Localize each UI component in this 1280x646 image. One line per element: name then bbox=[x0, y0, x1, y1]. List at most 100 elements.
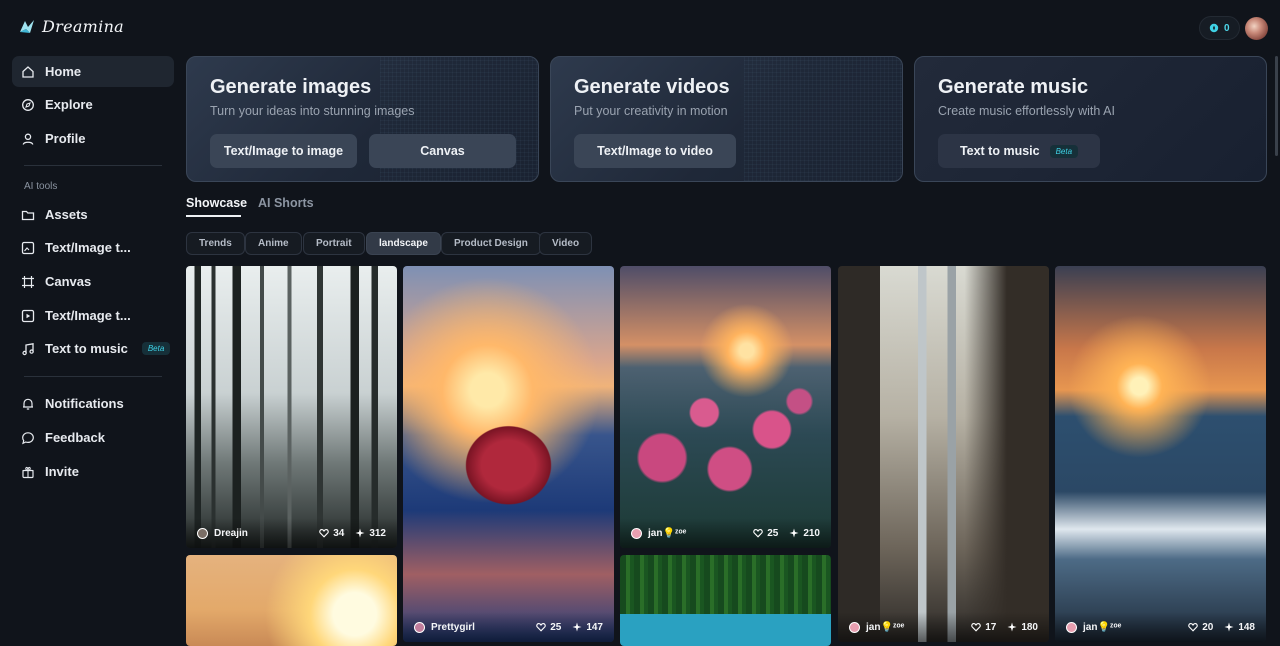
tab-ai-shorts[interactable]: AI Shorts bbox=[258, 196, 314, 210]
sidebar-item-label: Invite bbox=[45, 464, 79, 479]
filter-trends[interactable]: Trends bbox=[186, 232, 245, 255]
card-footer: jan💡ᶻᵒᵉ 20 148 bbox=[1055, 612, 1266, 642]
sidebar-item-label: Canvas bbox=[45, 274, 92, 289]
hero-card-generate-images: Generate images Turn your ideas into stu… bbox=[186, 56, 539, 182]
home-icon bbox=[22, 65, 34, 78]
sidebar-item-label: Home bbox=[45, 64, 82, 79]
music-icon bbox=[22, 342, 34, 355]
video-generate-icon bbox=[21, 309, 35, 322]
like-count: 25 bbox=[550, 621, 562, 633]
boost-count: 148 bbox=[1238, 621, 1255, 633]
hero-title: Generate music bbox=[938, 76, 1089, 98]
scrollbar-thumb[interactable] bbox=[1275, 56, 1278, 156]
hero-subtitle: Turn your ideas into stunning images bbox=[210, 104, 415, 118]
sidebar-item-canvas[interactable]: Canvas bbox=[12, 266, 174, 297]
compass-icon bbox=[22, 98, 34, 111]
sparkle-icon[interactable] bbox=[355, 528, 365, 538]
sidebar-item-label: Assets bbox=[45, 207, 88, 222]
chat-icon bbox=[22, 431, 34, 444]
boost-count: 210 bbox=[803, 527, 820, 539]
sparkle-icon[interactable] bbox=[572, 622, 582, 632]
user-avatar bbox=[849, 621, 860, 633]
bell-icon bbox=[23, 398, 33, 410]
text-to-music-button[interactable]: Text to music Beta bbox=[938, 134, 1100, 168]
boost-count: 180 bbox=[1021, 621, 1038, 633]
filter-video[interactable]: Video bbox=[539, 232, 593, 255]
hero-title: Generate images bbox=[210, 76, 372, 98]
sidebar-item-text-to-music[interactable]: Text to music Beta bbox=[12, 333, 174, 364]
hero-texture bbox=[744, 57, 902, 181]
sidebar-item-label: Profile bbox=[45, 131, 86, 146]
card-footer: Dreajin 34 312 bbox=[186, 518, 397, 548]
gallery-card[interactable]: jan💡ᶻᵒᵉ 25 210 bbox=[620, 266, 831, 548]
filter-product-design[interactable]: Product Design bbox=[441, 232, 541, 255]
sparkle-icon[interactable] bbox=[1007, 622, 1017, 632]
sidebar-item-label: Notifications bbox=[45, 396, 124, 411]
sidebar-item-invite[interactable]: Invite bbox=[12, 456, 174, 487]
card-username: jan💡ᶻᵒᵉ bbox=[866, 621, 905, 633]
tab-showcase[interactable]: Showcase bbox=[186, 196, 247, 210]
avatar[interactable] bbox=[1245, 17, 1268, 40]
gallery-card[interactable]: jan💡ᶻᵒᵉ 20 148 bbox=[1055, 266, 1266, 642]
sidebar: Dreamina Home Explore Profile AI tools A… bbox=[0, 0, 186, 646]
sidebar-item-text-image-to-video[interactable]: Text/Image t... bbox=[12, 300, 174, 331]
user-icon bbox=[22, 133, 34, 145]
filter-anime[interactable]: Anime bbox=[245, 232, 302, 255]
card-username: jan💡ᶻᵒᵉ bbox=[648, 527, 687, 539]
card-username: Prettygirl bbox=[431, 621, 475, 633]
heart-icon[interactable] bbox=[536, 622, 546, 632]
sidebar-item-profile[interactable]: Profile bbox=[12, 123, 174, 154]
hero-subtitle: Create music effortlessly with AI bbox=[938, 104, 1115, 118]
filter-portrait[interactable]: Portrait bbox=[303, 232, 365, 255]
gallery-card[interactable]: jan💡ᶻᵒᵉ 17 180 bbox=[838, 266, 1049, 642]
credits-badge[interactable]: 0 bbox=[1199, 16, 1240, 40]
gallery-card[interactable] bbox=[620, 555, 831, 646]
sidebar-item-text-image-to-image[interactable]: Text/Image t... bbox=[12, 232, 174, 263]
sidebar-item-label: Text/Image t... bbox=[45, 240, 131, 255]
boost-count: 147 bbox=[586, 621, 603, 633]
sidebar-item-label: Feedback bbox=[45, 430, 105, 445]
sidebar-item-assets[interactable]: Assets bbox=[12, 199, 174, 230]
card-username: Dreajin bbox=[214, 527, 248, 539]
brand-name: Dreamina bbox=[42, 17, 125, 36]
sidebar-divider bbox=[24, 376, 162, 377]
user-avatar bbox=[197, 527, 208, 539]
canvas-button[interactable]: Canvas bbox=[369, 134, 516, 168]
credit-coin-icon bbox=[1209, 23, 1219, 33]
hero-card-generate-videos: Generate videos Put your creativity in m… bbox=[550, 56, 903, 182]
like-count: 20 bbox=[1202, 621, 1214, 633]
heart-icon[interactable] bbox=[319, 528, 329, 538]
sidebar-item-notifications[interactable]: Notifications bbox=[12, 388, 174, 419]
card-username: jan💡ᶻᵒᵉ bbox=[1083, 621, 1122, 633]
logo[interactable]: Dreamina bbox=[18, 17, 124, 36]
sidebar-item-label: Explore bbox=[45, 97, 93, 112]
card-footer: Prettygirl 25 147 bbox=[403, 612, 614, 642]
sidebar-item-home[interactable]: Home bbox=[12, 56, 174, 87]
boost-count: 312 bbox=[369, 527, 386, 539]
sparkle-icon[interactable] bbox=[789, 528, 799, 538]
sidebar-item-explore[interactable]: Explore bbox=[12, 89, 174, 120]
sparkle-icon[interactable] bbox=[1224, 622, 1234, 632]
user-avatar bbox=[414, 621, 425, 633]
beta-badge: Beta bbox=[141, 342, 171, 355]
heart-icon[interactable] bbox=[1188, 622, 1198, 632]
gift-icon bbox=[22, 466, 34, 478]
text-image-to-image-button[interactable]: Text/Image to image bbox=[210, 134, 357, 168]
sidebar-item-label: Text/Image t... bbox=[45, 308, 131, 323]
user-avatar bbox=[1066, 621, 1077, 633]
gallery-card[interactable] bbox=[186, 555, 397, 646]
heart-icon[interactable] bbox=[971, 622, 981, 632]
folder-icon bbox=[21, 210, 35, 220]
sidebar-divider bbox=[24, 165, 162, 166]
ai-tools-label: AI tools bbox=[24, 181, 58, 192]
text-image-to-video-button[interactable]: Text/Image to video bbox=[574, 134, 736, 168]
sidebar-item-feedback[interactable]: Feedback bbox=[12, 422, 174, 453]
gallery-card[interactable]: Prettygirl 25 147 bbox=[403, 266, 614, 642]
filter-landscape[interactable]: landscape bbox=[366, 232, 441, 255]
heart-icon[interactable] bbox=[753, 528, 763, 538]
gallery-card[interactable]: Dreajin 34 312 bbox=[186, 266, 397, 548]
dreamina-logo-icon bbox=[20, 19, 34, 33]
card-footer: jan💡ᶻᵒᵉ 25 210 bbox=[620, 518, 831, 548]
canvas-icon bbox=[22, 275, 34, 288]
image-generate-icon bbox=[21, 241, 35, 254]
